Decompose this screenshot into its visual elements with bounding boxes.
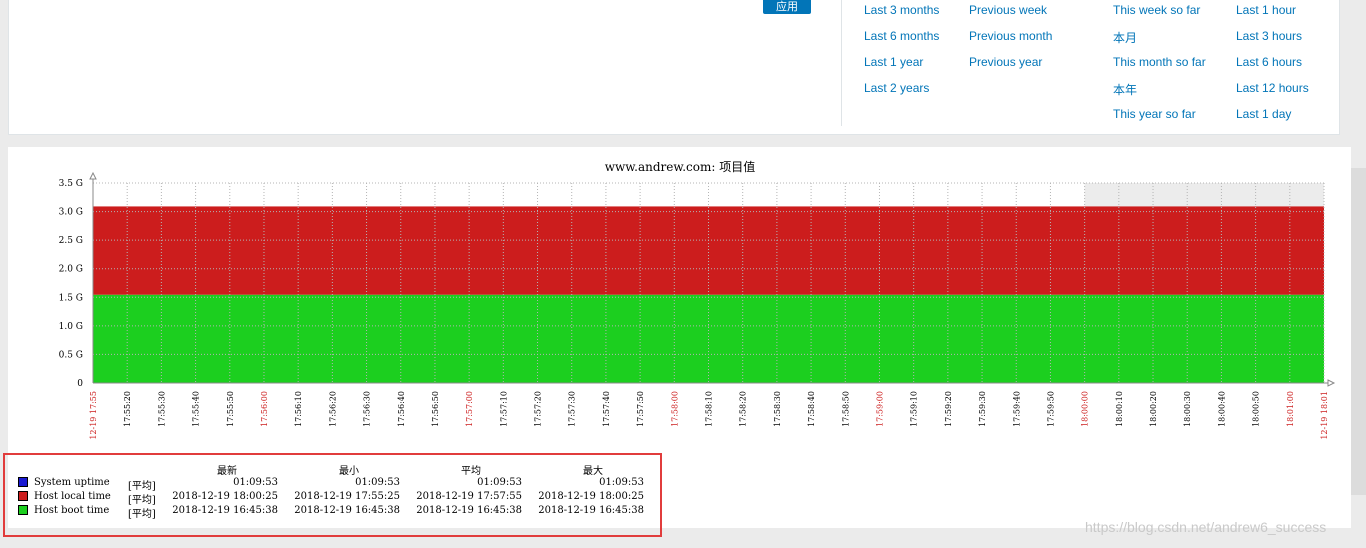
x-tick-label: 17:56:50 (431, 391, 440, 427)
x-tick-label: 17:59:30 (978, 391, 987, 427)
legend-header-max: 最大 (583, 466, 603, 477)
link-last-1-hour[interactable]: Last 1 hour (1236, 3, 1296, 17)
x-tick-label: 18:01:00 (1286, 391, 1295, 427)
chart-title: www.andrew.com: 项目值 (605, 159, 755, 174)
watermark: https://blog.csdn.net/andrew6_success (1085, 519, 1327, 535)
x-tick-label: 18:00:10 (1115, 391, 1124, 427)
legend-value-max: 2018-12-19 16:45:38 (538, 505, 644, 516)
x-tick-label: 17:59:20 (944, 391, 953, 427)
x-tick-label: 17:56:10 (294, 391, 303, 427)
x-tick-label: 17:55:40 (192, 391, 201, 427)
legend-value-last: 2018-12-19 16:45:38 (172, 505, 278, 516)
legend-header-last: 最新 (217, 466, 237, 477)
time-filter-panel: 应用 Last 3 months Last 6 months Last 1 ye… (8, 0, 1340, 135)
x-tick-label: 17:57:30 (568, 391, 577, 427)
x-tick-label: 17:58:20 (739, 391, 748, 427)
x-tick-label: 12-19 18:01 (1320, 391, 1329, 440)
x-tick-label: 17:57:10 (499, 391, 508, 427)
x-tick-label: 17:58:30 (773, 391, 782, 427)
x-tick-label: 18:00:30 (1183, 391, 1192, 427)
legend-func: [平均] (128, 481, 156, 492)
x-tick-label: 17:58:00 (670, 391, 679, 427)
x-tick-label: 17:59:50 (1046, 391, 1055, 427)
legend-value-min: 01:09:53 (355, 477, 400, 488)
legend-value-last: 01:09:53 (233, 477, 278, 488)
legend-value-avg: 2018-12-19 16:45:38 (416, 505, 522, 516)
link-this-month[interactable]: 本月 (1113, 29, 1137, 46)
x-tick-label: 17:57:40 (602, 391, 611, 427)
x-tick-label: 17:55:20 (123, 391, 132, 427)
y-axis-arrow (89, 171, 97, 180)
x-tick-label: 17:55:50 (226, 391, 235, 427)
legend-value-min: 2018-12-19 17:55:25 (294, 491, 400, 502)
x-tick-label: 17:57:50 (636, 391, 645, 427)
x-tick-label: 17:58:40 (807, 391, 816, 427)
x-tick-label: 17:58:50 (841, 391, 850, 427)
legend-value-last: 2018-12-19 18:00:25 (172, 491, 278, 502)
y-tick-label: 3.0 G (59, 208, 83, 218)
legend-header-min: 最小 (339, 466, 359, 477)
link-last-2-years[interactable]: Last 2 years (864, 81, 929, 95)
legend-value-max: 01:09:53 (599, 477, 644, 488)
link-previous-week[interactable]: Previous week (969, 3, 1047, 17)
link-previous-year[interactable]: Previous year (969, 55, 1042, 69)
legend-swatch-host-local-time (18, 491, 28, 501)
legend-func: [平均] (128, 509, 156, 520)
legend-value-avg: 2018-12-19 17:57:55 (416, 491, 522, 502)
x-tick-label: 17:56:30 (363, 391, 372, 427)
y-tick-label: 3.5 G (59, 179, 83, 189)
legend-name-host-boot-time: Host boot time (34, 505, 110, 516)
x-tick-label: 18:00:00 (1081, 391, 1090, 427)
link-this-week-so-far[interactable]: This week so far (1113, 3, 1200, 17)
link-this-year-so-far[interactable]: This year so far (1113, 107, 1196, 121)
y-tick-label: 1.5 G (59, 293, 83, 303)
graph-chart: www.andrew.com: 项目值 0 0.5 G 1.0 G 1.5 G 2.0 … (59, 159, 1336, 440)
y-tick-label: 1.0 G (59, 322, 83, 332)
x-tick-label: 17:59:10 (910, 391, 919, 427)
legend-swatch-system-uptime (18, 477, 28, 487)
apply-button[interactable]: 应用 (763, 0, 811, 14)
x-tick-label: 17:56:40 (397, 391, 406, 427)
link-previous-month[interactable]: Previous month (969, 29, 1052, 43)
link-last-1-year[interactable]: Last 1 year (864, 55, 923, 69)
x-tick-label: 17:55:30 (157, 391, 166, 427)
y-tick-label: 0 (77, 379, 83, 389)
legend-header-avg: 平均 (461, 466, 481, 477)
x-tick-label: 17:57:00 (465, 391, 474, 427)
legend-swatch-host-boot-time (18, 505, 28, 515)
legend-name-system-uptime: System uptime (34, 477, 110, 488)
x-tick-label: 18:00:40 (1217, 391, 1226, 427)
x-tick-label: 17:59:40 (1012, 391, 1021, 427)
legend-value-min: 2018-12-19 16:45:38 (294, 505, 400, 516)
x-tick-label: 17:57:20 (534, 391, 543, 427)
y-tick-label: 2.0 G (59, 265, 83, 275)
link-last-6-months[interactable]: Last 6 months (864, 29, 939, 43)
link-last-1-day[interactable]: Last 1 day (1236, 107, 1291, 121)
x-tick-label: 18:00:20 (1149, 391, 1158, 427)
x-axis-arrow (1327, 379, 1336, 387)
legend-name-host-local-time: Host local time (34, 491, 111, 502)
x-tick-label: 17:56:00 (260, 391, 269, 427)
link-last-3-months[interactable]: Last 3 months (864, 3, 939, 17)
page-scrollbar[interactable] (1351, 168, 1366, 495)
x-tick-label: 17:58:10 (705, 391, 714, 427)
link-this-year[interactable]: 本年 (1113, 81, 1137, 98)
x-tick-label: 17:56:20 (328, 391, 337, 427)
link-last-12-hours[interactable]: Last 12 hours (1236, 81, 1309, 95)
x-tick-label: 18:00:50 (1252, 391, 1261, 427)
x-tick-label: 12-19 17:55 (89, 391, 98, 440)
y-tick-label: 0.5 G (59, 350, 83, 360)
legend-func: [平均] (128, 495, 156, 506)
link-this-month-so-far[interactable]: This month so far (1113, 55, 1206, 69)
link-last-6-hours[interactable]: Last 6 hours (1236, 55, 1302, 69)
filter-divider (841, 0, 842, 126)
x-tick-label: 17:59:00 (875, 391, 884, 427)
link-last-3-hours[interactable]: Last 3 hours (1236, 29, 1302, 43)
legend-value-max: 2018-12-19 18:00:25 (538, 491, 644, 502)
legend-value-avg: 01:09:53 (477, 477, 522, 488)
y-tick-label: 2.5 G (59, 236, 83, 246)
